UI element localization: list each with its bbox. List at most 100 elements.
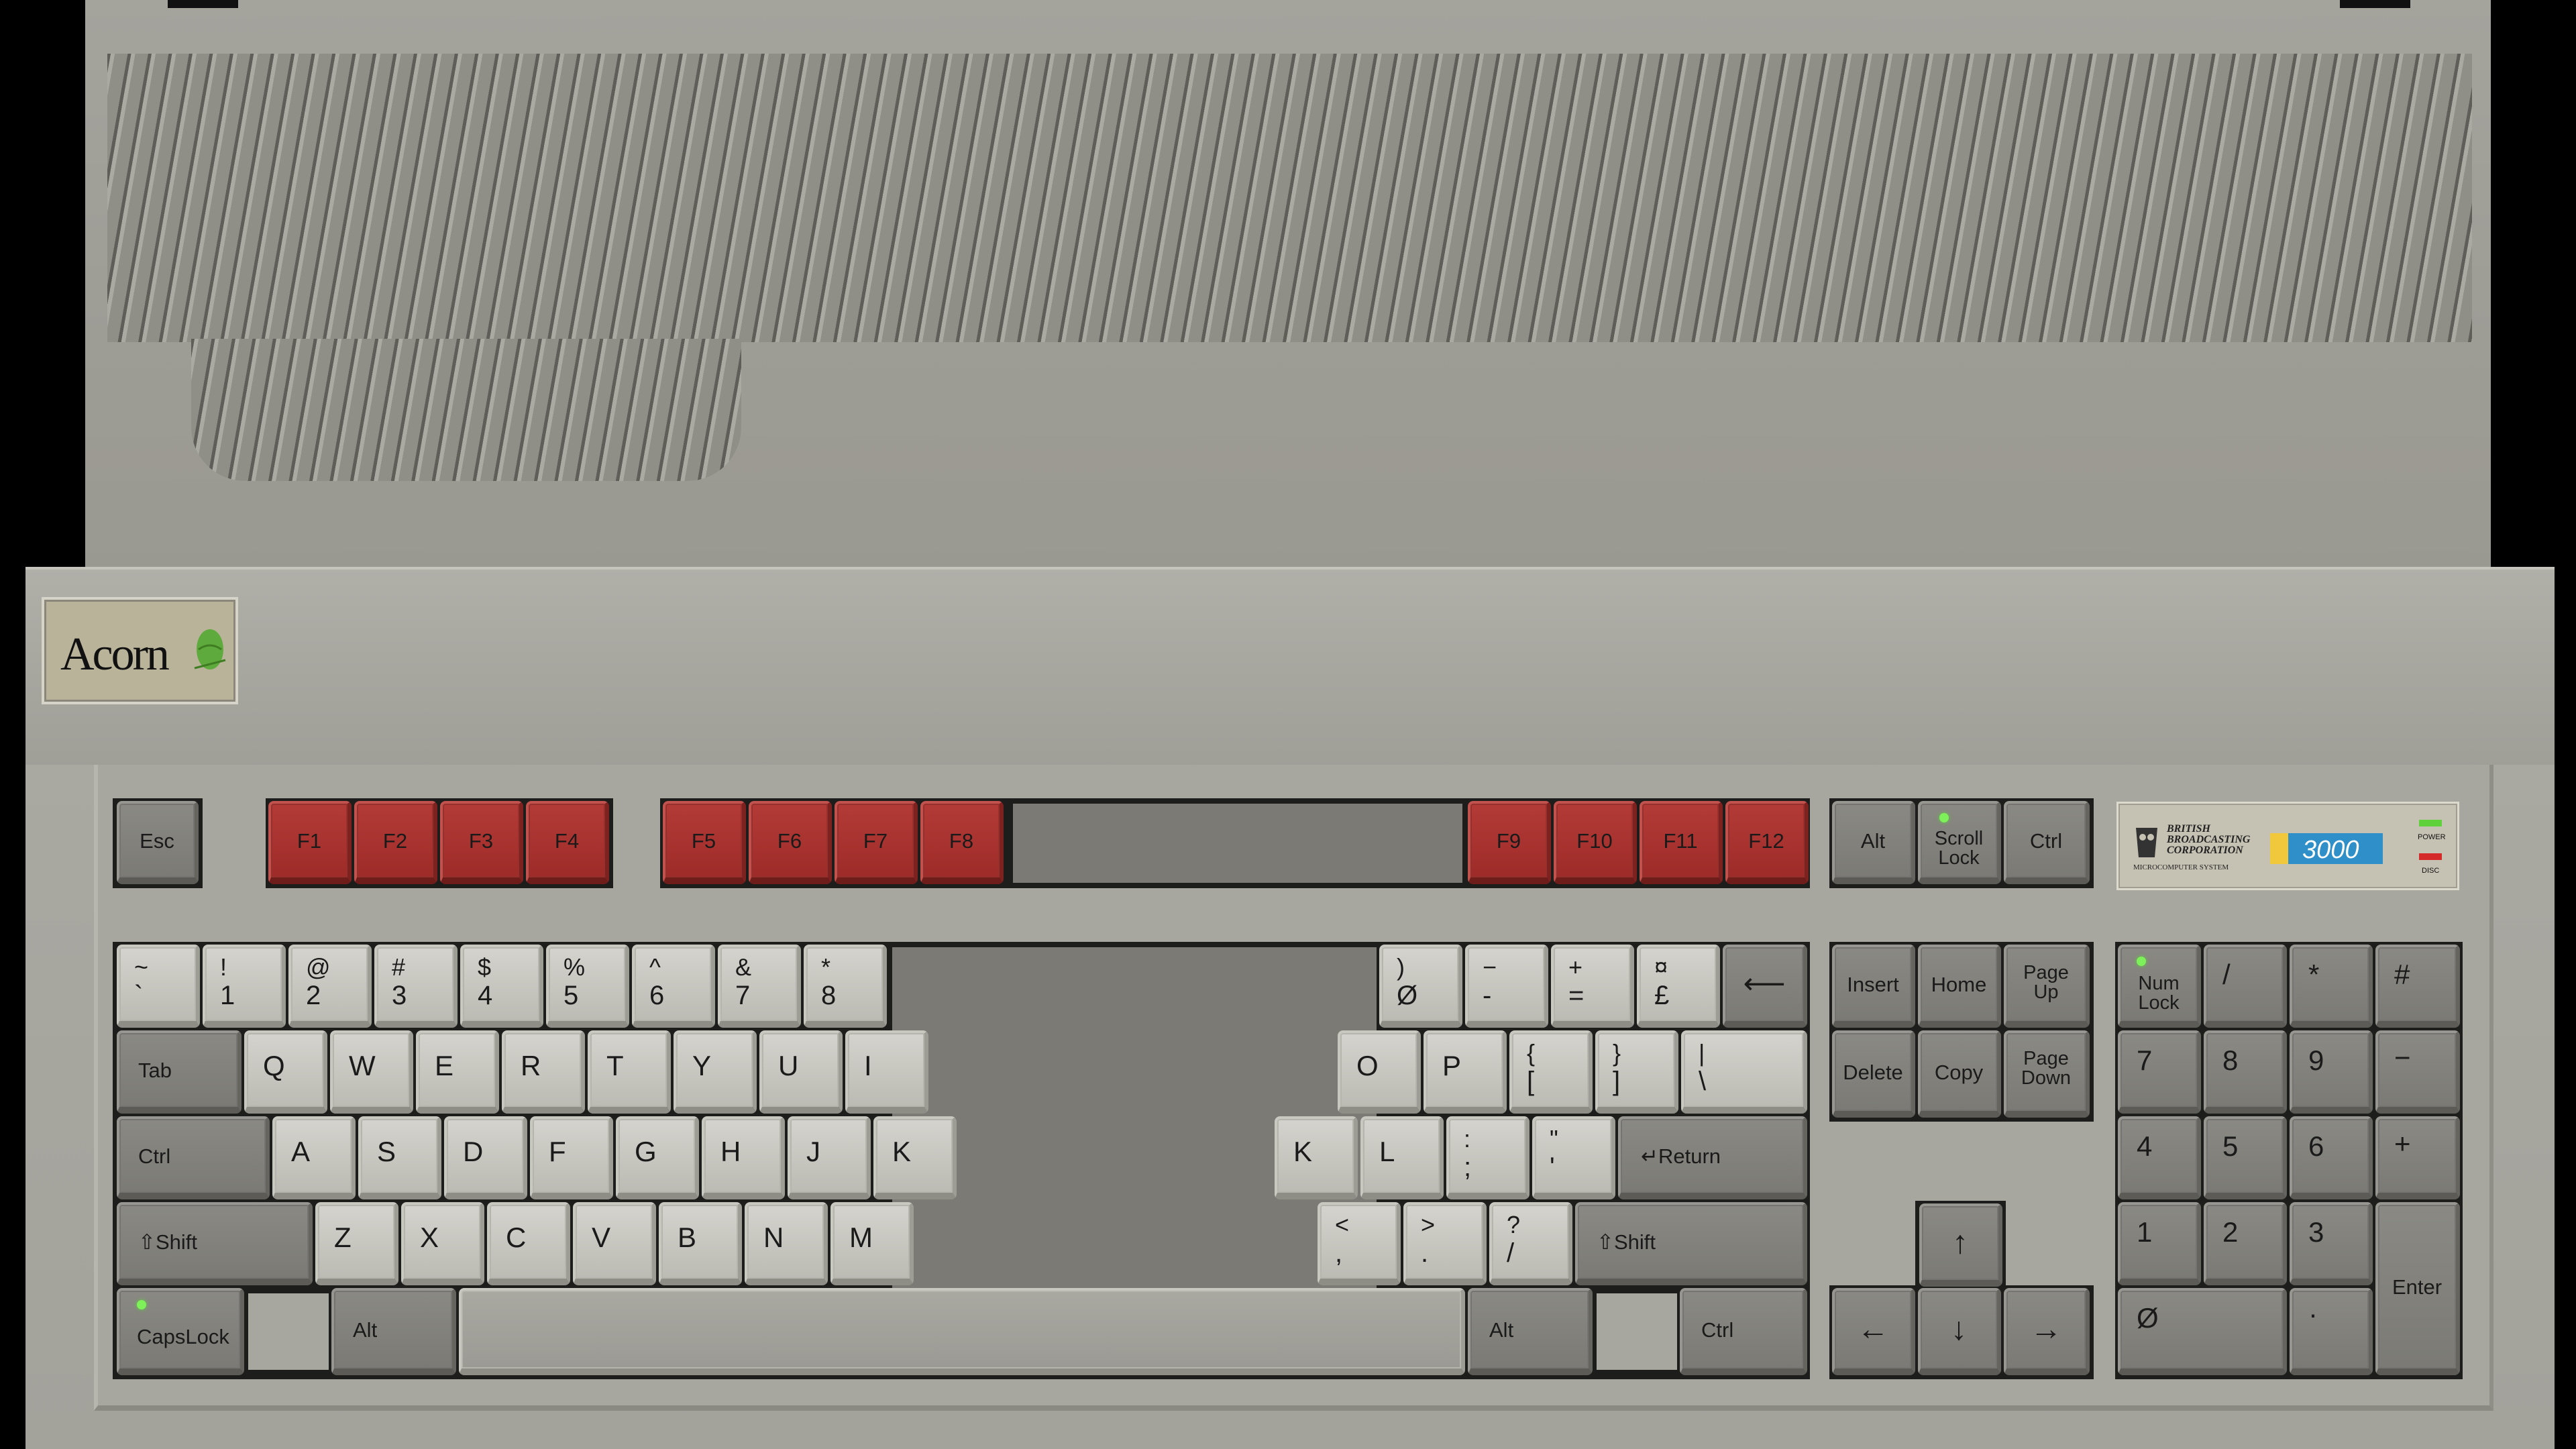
keypad-8-key[interactable]: 8: [2204, 1030, 2287, 1114]
delete-key[interactable]: Delete: [1832, 1030, 1915, 1118]
key-m[interactable]: M: [830, 1202, 914, 1285]
key-7[interactable]: & 7: [718, 945, 801, 1028]
keypad-slash-key[interactable]: /: [2204, 945, 2287, 1028]
arrow-up-key[interactable]: ↑: [1919, 1203, 2002, 1287]
keypad-1-key[interactable]: 1: [2118, 1202, 2201, 1285]
key-4[interactable]: $4: [460, 945, 543, 1028]
f11-key[interactable]: F11: [1640, 801, 1723, 884]
key-j[interactable]: J: [788, 1116, 871, 1199]
key-i[interactable]: I: [845, 1030, 928, 1114]
spacebar[interactable]: [459, 1288, 1465, 1375]
keypad-star-key[interactable]: *: [2290, 945, 2373, 1028]
key-t[interactable]: T: [588, 1030, 671, 1114]
key-g[interactable]: G: [616, 1116, 699, 1199]
key-d[interactable]: D: [444, 1116, 527, 1199]
f8-key[interactable]: F8: [920, 801, 1004, 884]
ctrl-top-key[interactable]: Ctrl: [2004, 801, 2090, 884]
key-8[interactable]: * 8: [804, 945, 887, 1028]
key-k[interactable]: K: [1275, 1116, 1358, 1199]
f4-key[interactable]: F4: [526, 801, 609, 884]
equals-key[interactable]: + =: [1551, 945, 1634, 1028]
tab-key[interactable]: Tab: [117, 1030, 241, 1114]
keypad-7-key[interactable]: 7: [2118, 1030, 2201, 1114]
f2-key[interactable]: F2: [354, 801, 437, 884]
insert-key[interactable]: Insert: [1832, 945, 1915, 1028]
home-key[interactable]: Home: [1918, 945, 2001, 1028]
key-n[interactable]: N: [745, 1202, 828, 1285]
alt-right-key[interactable]: Alt: [1468, 1288, 1593, 1375]
keypad-4-key[interactable]: 4: [2118, 1116, 2201, 1199]
key-5[interactable]: % 5: [546, 945, 629, 1028]
key-x[interactable]: X: [401, 1202, 484, 1285]
slash-key[interactable]: ? /: [1489, 1202, 1572, 1285]
shift-right-key[interactable]: ⇧Shift: [1575, 1202, 1807, 1285]
f6-key[interactable]: F6: [749, 801, 832, 884]
comma-key[interactable]: <,: [1318, 1202, 1401, 1285]
keypad-3-key[interactable]: 3: [2290, 1202, 2373, 1285]
key-k-left[interactable]: K: [873, 1116, 957, 1199]
scroll-lock-key[interactable]: Scroll Lock: [1918, 801, 2001, 884]
key-w[interactable]: W: [330, 1030, 413, 1114]
key-6[interactable]: ^ 6: [632, 945, 715, 1028]
f9-key[interactable]: F9: [1468, 801, 1551, 884]
key-y[interactable]: Y: [674, 1030, 757, 1114]
key-1[interactable]: ! 1: [203, 945, 286, 1028]
capslock-key[interactable]: CapsLock: [117, 1288, 244, 1375]
minus-key[interactable]: − -: [1465, 945, 1548, 1028]
key-v[interactable]: V: [573, 1202, 656, 1285]
arrow-left-key[interactable]: ←: [1832, 1288, 1915, 1375]
keypad-9-key[interactable]: 9: [2290, 1030, 2373, 1114]
key-e[interactable]: E: [416, 1030, 499, 1114]
key-b[interactable]: B: [659, 1202, 742, 1285]
f7-key[interactable]: F7: [835, 801, 918, 884]
keypad-dot-key[interactable]: ·: [2290, 1288, 2373, 1375]
quote-key[interactable]: " ': [1532, 1116, 1615, 1199]
f12-key[interactable]: F12: [1725, 801, 1809, 884]
keypad-6-key[interactable]: 6: [2290, 1116, 2373, 1199]
ctrl-key[interactable]: Ctrl: [117, 1116, 270, 1199]
pound-key[interactable]: ¤ £: [1637, 945, 1720, 1028]
period-key[interactable]: >.: [1403, 1202, 1487, 1285]
keypad-plus-key[interactable]: +: [2375, 1116, 2460, 1199]
key-c[interactable]: C: [487, 1202, 570, 1285]
rbrace-key[interactable]: }]: [1595, 1030, 1678, 1114]
key-h[interactable]: H: [702, 1116, 785, 1199]
shift-left-key[interactable]: ⇧Shift: [117, 1202, 313, 1285]
arrow-down-key[interactable]: ↓: [1918, 1288, 2001, 1375]
f3-key[interactable]: F3: [440, 801, 523, 884]
lbrace-key[interactable]: {[: [1509, 1030, 1593, 1114]
key-f[interactable]: F: [530, 1116, 613, 1199]
keypad-enter-key[interactable]: Enter: [2375, 1202, 2460, 1375]
page-down-key[interactable]: Page Down: [2004, 1030, 2090, 1118]
ctrl-right-key[interactable]: Ctrl: [1680, 1288, 1807, 1375]
key-3[interactable]: #3: [374, 945, 458, 1028]
f10-key[interactable]: F10: [1554, 801, 1637, 884]
page-up-key[interactable]: Page Up: [2004, 945, 2090, 1028]
keypad-0-key[interactable]: Ø: [2118, 1288, 2287, 1375]
return-key[interactable]: ↵Return: [1618, 1116, 1807, 1199]
backspace-key[interactable]: ⟵: [1723, 945, 1807, 1028]
key-u[interactable]: U: [759, 1030, 843, 1114]
key-l[interactable]: L: [1360, 1116, 1444, 1199]
keypad-hash-key[interactable]: #: [2375, 945, 2460, 1028]
backslash-key[interactable]: | \: [1681, 1030, 1807, 1114]
esc-key[interactable]: Esc: [117, 801, 199, 884]
key-p[interactable]: P: [1424, 1030, 1507, 1114]
alt-top-key[interactable]: Alt: [1832, 801, 1915, 884]
num-lock-key[interactable]: Num Lock: [2118, 945, 2201, 1028]
copy-key[interactable]: Copy: [1918, 1030, 2001, 1118]
alt-left-key[interactable]: Alt: [331, 1288, 456, 1375]
arrow-right-key[interactable]: →: [2004, 1288, 2090, 1375]
f1-key[interactable]: F1: [268, 801, 352, 884]
key-r[interactable]: R: [502, 1030, 585, 1114]
key-q[interactable]: Q: [244, 1030, 327, 1114]
keypad-minus-key[interactable]: −: [2375, 1030, 2460, 1114]
semicolon-key[interactable]: :;: [1446, 1116, 1529, 1199]
key-s[interactable]: S: [358, 1116, 441, 1199]
keypad-5-key[interactable]: 5: [2204, 1116, 2287, 1199]
keypad-2-key[interactable]: 2: [2204, 1202, 2287, 1285]
key-a[interactable]: A: [272, 1116, 356, 1199]
key-z[interactable]: Z: [315, 1202, 398, 1285]
key-0[interactable]: ) Ø: [1379, 945, 1462, 1028]
f5-key[interactable]: F5: [663, 801, 746, 884]
